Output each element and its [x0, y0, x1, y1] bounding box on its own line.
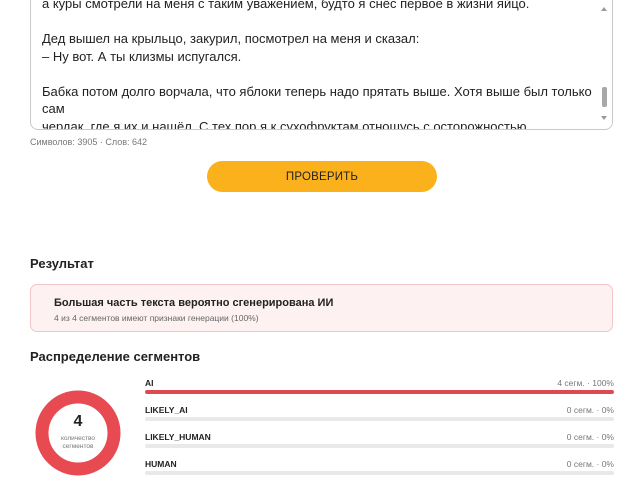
text-line: чердак, где я их и нашёл. С тех пор я к … [42, 118, 531, 130]
segment-stat: 4 сегм. · 100% [557, 378, 614, 388]
donut-ai-arc [35, 390, 121, 476]
text-input-area[interactable]: а куры смотрели на меня с таким уважение… [30, 0, 613, 130]
segment-name: LIKELY_HUMAN [145, 432, 211, 442]
scroll-up-arrow-icon[interactable] [601, 7, 607, 11]
verdict-text: Большая часть текста вероятно сгенериров… [54, 297, 334, 309]
distribution-heading: Распределение сегментов [30, 349, 201, 364]
result-heading: Результат [30, 256, 94, 271]
donut-caption-line: количество [60, 435, 96, 442]
segment-bar-track [145, 390, 614, 394]
text-line: – Ну вот. А ты клизмы испугался. [42, 48, 242, 64]
scroll-down-arrow-icon[interactable] [601, 116, 607, 120]
donut-total: 4 [73, 413, 83, 430]
segment-row-ai: AI 4 сегм. · 100% [145, 378, 614, 398]
check-button[interactable]: ПРОВЕРИТЬ [207, 161, 437, 192]
segment-name: LIKELY_AI [145, 405, 188, 415]
text-line: Бабка потом долго ворчала, что яблоки те… [42, 83, 592, 117]
segment-stat: 0 сегм. · 0% [566, 432, 614, 442]
segment-bar-fill [145, 390, 614, 394]
segment-stat: 0 сегм. · 0% [566, 459, 614, 469]
text-counter: Символов: 3905 · Слов: 642 [30, 137, 148, 147]
segment-row-likely-human: LIKELY_HUMAN 0 сегм. · 0% [145, 432, 614, 452]
segment-stat: 0 сегм. · 0% [566, 405, 614, 415]
scroll-thumb[interactable] [602, 87, 607, 107]
text-content[interactable]: а куры смотрели на меня с таким уважение… [42, 0, 602, 130]
segment-bar-track [145, 471, 614, 475]
segment-name: HUMAN [145, 459, 177, 469]
segment-row-likely-ai: LIKELY_AI 0 сегм. · 0% [145, 405, 614, 425]
segment-bar-track [145, 444, 614, 448]
donut-caption-line: сегментов [62, 443, 94, 450]
segments-donut-chart [35, 390, 121, 476]
text-line: Дед вышел на крыльцо, закурил, посмотрел… [42, 31, 420, 46]
verdict-box: Большая часть текста вероятно сгенериров… [30, 284, 613, 332]
segment-bar-track [145, 417, 614, 421]
segment-row-human: HUMAN 0 сегм. · 0% [145, 459, 614, 479]
segment-name: AI [145, 378, 154, 388]
verdict-details: 4 из 4 сегментов имеют признаки генераци… [54, 313, 259, 323]
scrollbar[interactable] [601, 0, 610, 127]
text-line: а куры смотрели на меня с таким уважение… [42, 0, 530, 11]
donut-caption: количество сегментов [35, 435, 121, 451]
